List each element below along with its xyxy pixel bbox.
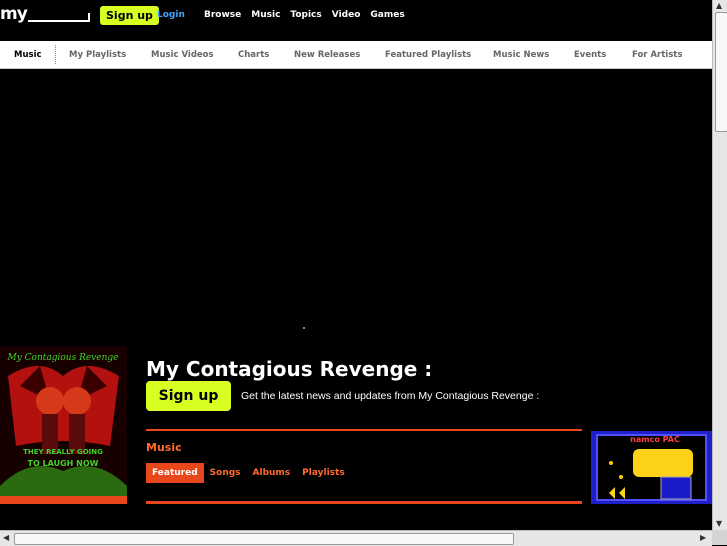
band-artwork: My Contagious Revenge THEY REALLY GOING … bbox=[0, 346, 127, 496]
music-section-bottom-rule bbox=[146, 501, 582, 504]
scroll-left-icon[interactable]: ◀ bbox=[3, 533, 9, 542]
subnav-events[interactable]: Events bbox=[574, 50, 606, 60]
artwork-tagline-2: TO LAUGH NOW bbox=[28, 459, 99, 468]
subnav-music[interactable]: Music bbox=[14, 50, 42, 60]
tab-featured[interactable]: Featured bbox=[146, 463, 204, 483]
music-section-title: Music bbox=[146, 441, 182, 454]
music-subnav: Music My Playlists Music Videos Charts N… bbox=[0, 41, 712, 69]
scroll-up-icon[interactable]: ▲ bbox=[716, 1, 722, 10]
scroll-down-icon[interactable]: ▼ bbox=[716, 519, 722, 528]
tab-songs[interactable]: Songs bbox=[204, 463, 247, 483]
signup-description: Get the latest news and updates from My … bbox=[241, 390, 540, 402]
band-artwork-graphic: My Contagious Revenge THEY REALLY GOING … bbox=[0, 346, 127, 496]
vertical-scroll-thumb[interactable] bbox=[715, 12, 727, 132]
subnav-divider bbox=[55, 45, 56, 64]
scrollbar-corner bbox=[712, 530, 727, 545]
logo-text: my bbox=[0, 4, 28, 24]
subnav-music-news[interactable]: Music News bbox=[493, 50, 549, 60]
horizontal-scrollbar[interactable]: ◀ ▶ bbox=[0, 530, 712, 546]
artwork-strip bbox=[0, 496, 127, 504]
subnav-new-releases[interactable]: New Releases bbox=[294, 50, 360, 60]
nav-topics[interactable]: Topics bbox=[290, 10, 321, 20]
tab-playlists[interactable]: Playlists bbox=[296, 463, 351, 483]
myspace-logo[interactable]: my bbox=[0, 4, 28, 24]
music-tabs: Featured Songs Albums Playlists bbox=[146, 463, 351, 483]
nav-games[interactable]: Games bbox=[370, 10, 404, 20]
scroll-right-icon[interactable]: ▶ bbox=[700, 533, 706, 542]
game-ad[interactable]: namco PAC bbox=[591, 431, 712, 504]
profile-signup-button[interactable]: Sign up bbox=[146, 381, 231, 411]
subnav-for-artists[interactable]: For Artists bbox=[632, 50, 682, 60]
subnav-charts[interactable]: Charts bbox=[238, 50, 269, 60]
music-section-rule bbox=[146, 429, 582, 431]
top-bar: my Sign up Login Browse Music Topics Vid… bbox=[0, 0, 712, 40]
artwork-band-name: My Contagious Revenge bbox=[7, 353, 119, 363]
artwork-tagline-1: THEY REALLY GOING bbox=[23, 448, 103, 456]
horizontal-scroll-thumb[interactable] bbox=[14, 533, 514, 545]
signup-button[interactable]: Sign up bbox=[100, 6, 159, 25]
logo-tick bbox=[88, 13, 90, 22]
pacman-ad-graphic: namco PAC bbox=[591, 431, 712, 504]
subnav-featured-playlists[interactable]: Featured Playlists bbox=[385, 50, 471, 60]
nav-browse[interactable]: Browse bbox=[204, 10, 241, 20]
vertical-scrollbar[interactable]: ▲ ▼ bbox=[712, 0, 727, 530]
login-link[interactable]: Login bbox=[157, 10, 185, 20]
page-title: My Contagious Revenge : bbox=[146, 357, 433, 381]
subnav-my-playlists[interactable]: My Playlists bbox=[69, 50, 126, 60]
nav-music[interactable]: Music bbox=[251, 10, 280, 20]
nav-video[interactable]: Video bbox=[332, 10, 361, 20]
tab-albums[interactable]: Albums bbox=[247, 463, 297, 483]
ad-text: namco PAC bbox=[630, 435, 680, 444]
top-nav: Browse Music Topics Video Games bbox=[204, 10, 405, 20]
loading-dot bbox=[303, 327, 305, 329]
logo-underline bbox=[28, 20, 90, 22]
subnav-music-videos[interactable]: Music Videos bbox=[151, 50, 214, 60]
